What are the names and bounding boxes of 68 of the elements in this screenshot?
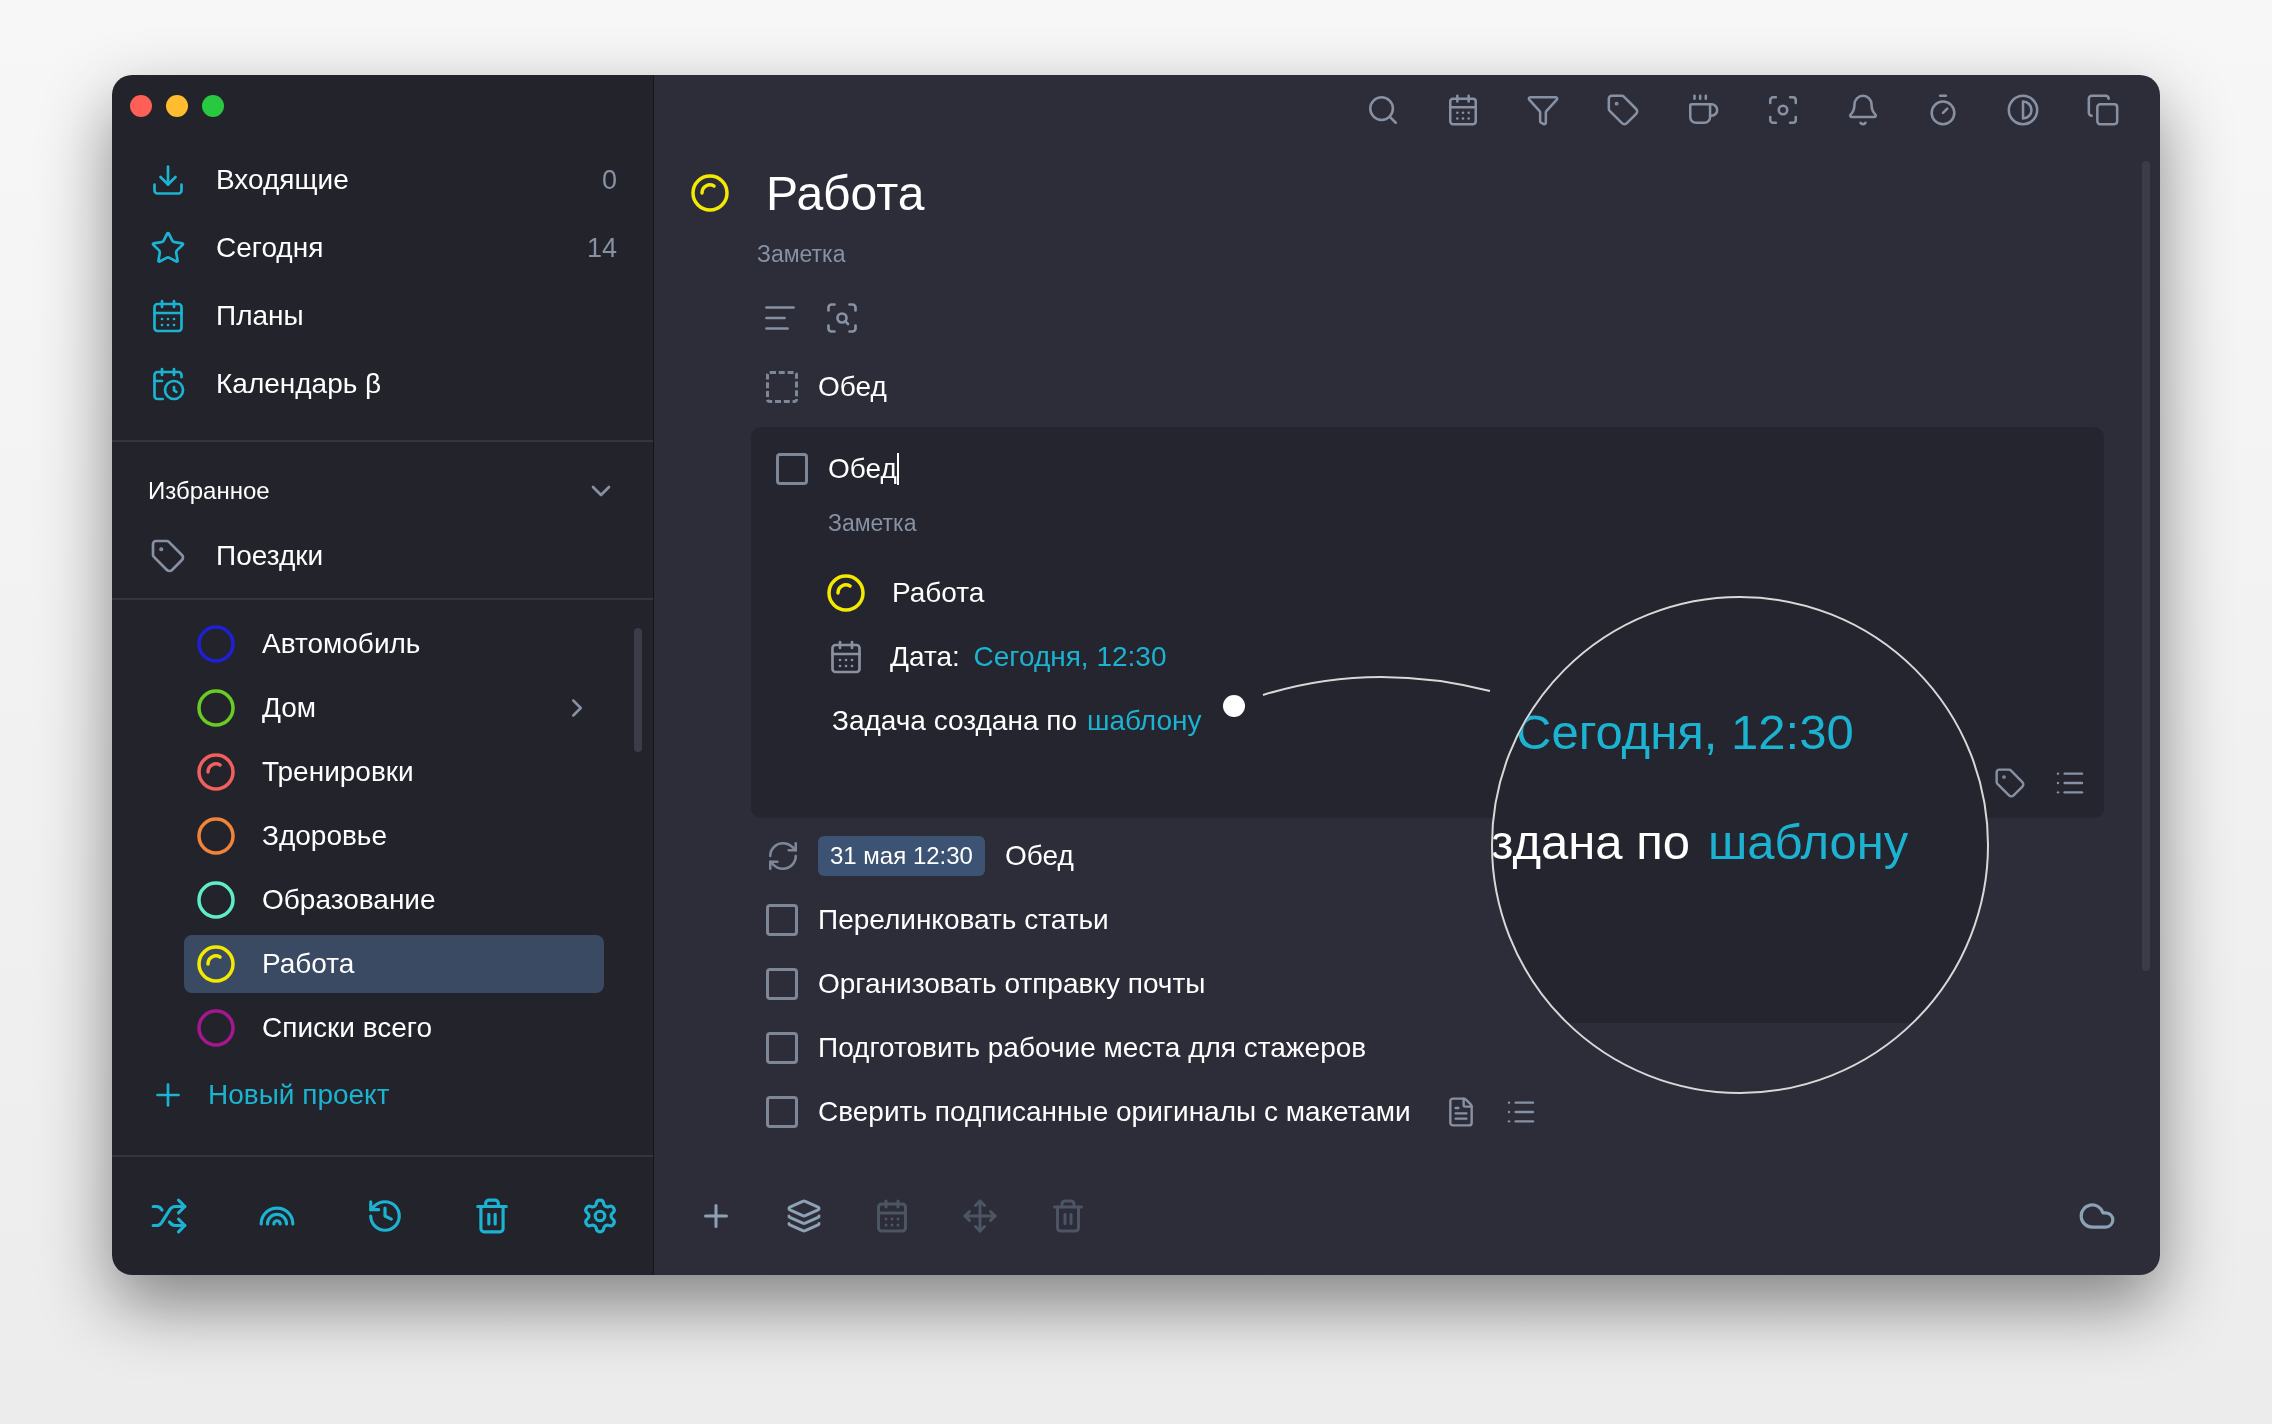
item-count: 14 bbox=[586, 232, 617, 264]
task-title: Обед bbox=[1004, 840, 1074, 872]
task-checkbox[interactable] bbox=[766, 904, 798, 936]
task-title: Сверить подписанные оригиналы с макетами bbox=[818, 1096, 1411, 1128]
calendar-icon bbox=[150, 298, 186, 334]
zoom-button[interactable] bbox=[202, 95, 224, 117]
task-title-field[interactable]: Обед bbox=[828, 453, 897, 485]
magnified-date: Сегодня, 12:30 bbox=[1516, 704, 1854, 760]
template-checkbox[interactable] bbox=[766, 371, 798, 403]
date-link[interactable]: Сегодня, 12:30 bbox=[973, 641, 1167, 673]
tag-icon[interactable] bbox=[1994, 767, 2026, 799]
contrast-icon[interactable] bbox=[2006, 93, 2040, 127]
section-title: Избранное bbox=[148, 477, 270, 505]
project-name[interactable]: Работа bbox=[892, 577, 985, 609]
task-title: Организовать отправку почты bbox=[818, 968, 1206, 1000]
cup-icon[interactable] bbox=[1686, 93, 1720, 127]
repeat-icon bbox=[766, 839, 800, 873]
shuffle-icon bbox=[150, 1197, 188, 1235]
funnel-icon[interactable] bbox=[1526, 93, 1560, 127]
project-title: Работа bbox=[766, 165, 925, 221]
copy-icon[interactable] bbox=[2086, 93, 2120, 127]
note-placeholder[interactable]: Заметка bbox=[757, 240, 846, 268]
task-checkbox[interactable] bbox=[766, 968, 798, 1000]
item-count: 0 bbox=[601, 164, 617, 196]
tag-icon[interactable] bbox=[1606, 93, 1640, 127]
tag-icon bbox=[150, 538, 186, 574]
new-project-button[interactable]: Новый проект bbox=[112, 1063, 653, 1127]
trash-icon bbox=[1050, 1198, 1086, 1234]
nav-item[interactable]: Входящие 0 bbox=[112, 146, 653, 214]
task-title: Подготовить рабочие места для стажеров bbox=[818, 1032, 1367, 1064]
project-item[interactable]: Списки всего bbox=[184, 999, 604, 1057]
scrollbar[interactable] bbox=[634, 628, 642, 752]
project-item[interactable]: Образование bbox=[184, 871, 604, 929]
task-checkbox[interactable] bbox=[776, 453, 808, 485]
tag-search-icon[interactable] bbox=[824, 300, 860, 336]
nav-item[interactable]: Планы bbox=[112, 282, 653, 350]
task-title: Обед bbox=[818, 371, 887, 403]
star-icon bbox=[150, 230, 186, 266]
task-checkbox[interactable] bbox=[766, 1032, 798, 1064]
template-link[interactable]: шаблону bbox=[1087, 705, 1202, 737]
bell-icon[interactable] bbox=[1846, 93, 1880, 127]
project-item[interactable]: Дом bbox=[184, 679, 604, 737]
calendar-clock-icon bbox=[150, 366, 186, 402]
gear-icon bbox=[581, 1197, 619, 1235]
calendar-icon bbox=[828, 639, 864, 675]
inbox-tray-icon bbox=[150, 162, 186, 198]
date-chip[interactable]: 31 мая 12:30 bbox=[818, 836, 985, 876]
project-item[interactable]: Автомобиль bbox=[184, 615, 604, 673]
date-label: Дата: bbox=[890, 641, 960, 673]
project-item[interactable]: Тренировки bbox=[184, 743, 604, 801]
layers-icon bbox=[786, 1198, 822, 1234]
task-title: Перелинковать статьи bbox=[818, 904, 1109, 936]
project-item[interactable]: Работа bbox=[184, 935, 604, 993]
text-cursor bbox=[896, 453, 899, 485]
nav-item[interactable]: Календарь β bbox=[112, 350, 653, 418]
project-item[interactable]: Здоровье bbox=[184, 807, 604, 865]
focus-icon[interactable] bbox=[1766, 93, 1800, 127]
nav-item[interactable]: Сегодня 14 bbox=[112, 214, 653, 282]
minimize-button[interactable] bbox=[166, 95, 188, 117]
close-button[interactable] bbox=[130, 95, 152, 117]
note-placeholder[interactable]: Заметка bbox=[828, 509, 917, 537]
task-checkbox[interactable] bbox=[766, 1096, 798, 1128]
move-icon bbox=[962, 1198, 998, 1234]
origin-text: Задача создана по bbox=[832, 705, 1077, 737]
calendar-icon bbox=[874, 1198, 910, 1234]
search-icon[interactable] bbox=[1366, 93, 1400, 127]
calendar-icon[interactable] bbox=[1446, 93, 1480, 127]
favorite-item[interactable]: Поездки bbox=[112, 526, 653, 586]
